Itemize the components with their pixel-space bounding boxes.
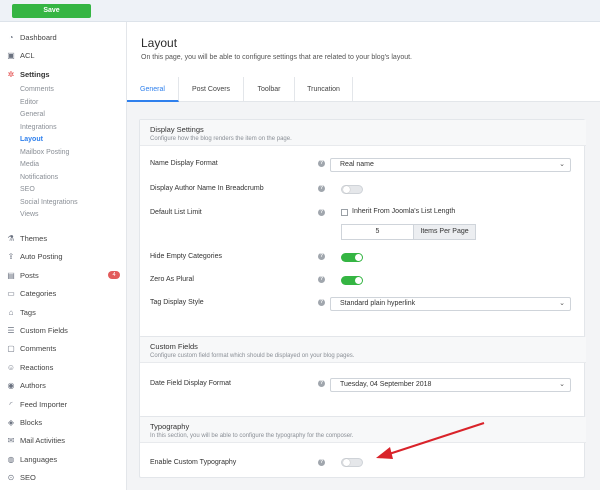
annotation-arrow — [376, 422, 485, 459]
